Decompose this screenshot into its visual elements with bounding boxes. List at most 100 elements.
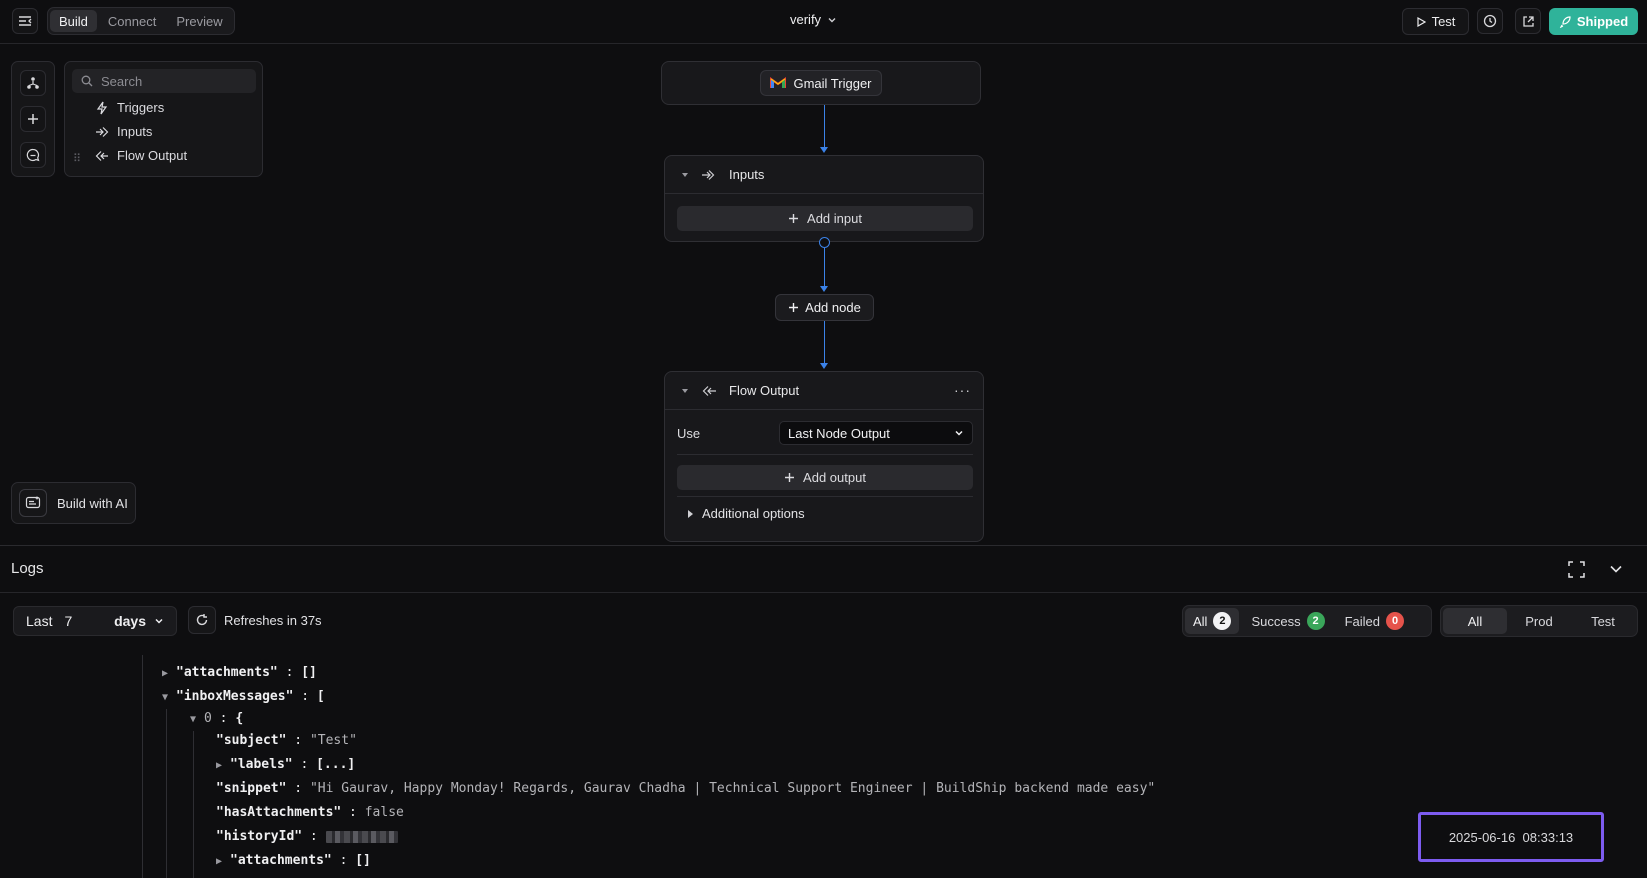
history-icon[interactable] <box>1477 8 1503 34</box>
gmail-trigger-pill[interactable]: Gmail Trigger <box>760 70 882 96</box>
flow-tree-panel: Search Triggers Inputs ⠿ Flow Output <box>64 61 263 177</box>
tree-item-triggers[interactable]: Triggers <box>95 100 164 115</box>
tree-item-flow-output[interactable]: Flow Output <box>95 148 187 163</box>
inputs-node-header: Inputs <box>665 156 983 194</box>
count-badge: 2 <box>1213 612 1232 630</box>
json-key: "subject" <box>216 733 287 748</box>
json-row-subject: "subject" : "Test" <box>216 733 357 748</box>
search-icon <box>81 75 93 87</box>
chevron-down-icon <box>828 17 836 22</box>
json-row-inbox-messages[interactable]: ▼ "inboxMessages" : [ <box>162 689 325 704</box>
connection-wire <box>824 248 825 286</box>
json-row-index[interactable]: ▼ 0 : { <box>190 711 243 726</box>
json-row-attachments-nested[interactable]: ▶ "attachments" : [] <box>216 853 371 868</box>
json-key: "snippet" <box>216 781 287 796</box>
tab-preview[interactable]: Preview <box>167 10 231 32</box>
additional-options-label: Additional options <box>702 506 805 521</box>
json-row-attachments[interactable]: ▶ "attachments" : [] <box>162 665 317 680</box>
test-label: Test <box>1431 14 1456 29</box>
tree-view-icon[interactable] <box>20 70 46 96</box>
rocket-icon <box>1559 15 1571 28</box>
tree-item-label: Triggers <box>117 100 165 115</box>
divider <box>677 496 973 497</box>
count-badge: 0 <box>1386 612 1405 630</box>
build-with-ai-label: Build with AI <box>57 495 128 511</box>
count-badge: 2 <box>1306 612 1325 630</box>
use-select[interactable]: Last Node Output <box>779 421 973 445</box>
collapse-caret-icon <box>682 388 688 393</box>
log-timestamp: 2025-06-16 08:33:13 <box>1448 829 1574 845</box>
caret-right-icon: ▶ <box>162 668 169 679</box>
use-select-value: Last Node Output <box>788 425 890 441</box>
refresh-icon[interactable] <box>188 606 216 634</box>
add-node-label: Add node <box>805 300 861 315</box>
inputs-node-title: Inputs <box>729 167 765 182</box>
add-input-button[interactable]: Add input <box>677 206 973 231</box>
shipped-button[interactable]: Shipped <box>1549 8 1638 35</box>
collapse-chevron-icon[interactable] <box>1609 564 1623 574</box>
drag-handle-icon[interactable]: ⠿ <box>73 152 81 165</box>
caret-down-icon: ▼ <box>190 714 197 725</box>
connection-wire <box>824 105 825 147</box>
add-output-button[interactable]: Add output <box>677 465 973 490</box>
env-test[interactable]: Test <box>1571 608 1635 634</box>
tool-rail <box>11 61 55 177</box>
date-range-select[interactable]: Last 7 days <box>13 606 177 636</box>
trigger-label: Gmail Trigger <box>793 75 872 91</box>
arrow-icon <box>820 363 828 369</box>
plus-icon[interactable] <box>20 106 46 132</box>
mode-tabs: Build Connect Preview <box>47 7 235 35</box>
fullscreen-icon[interactable] <box>1568 561 1585 578</box>
filter-success[interactable]: Success 2 <box>1243 608 1332 634</box>
redacted-value <box>325 830 398 843</box>
filter-failed[interactable]: Failed 0 <box>1337 608 1412 634</box>
add-output-label: Add output <box>803 470 866 485</box>
play-icon <box>1416 16 1426 27</box>
env-all[interactable]: All <box>1443 608 1507 634</box>
comment-icon[interactable] <box>20 142 46 168</box>
test-button[interactable]: Test <box>1402 8 1469 35</box>
ai-chat-icon <box>19 489 47 517</box>
filter-label: Failed <box>1344 613 1381 629</box>
indent-guide <box>142 655 143 878</box>
plus-icon <box>789 303 799 312</box>
json-value: [...] <box>316 757 356 772</box>
json-row-history-id: "historyId" : <box>216 829 398 844</box>
flow-name-dropdown[interactable]: verify <box>790 12 837 27</box>
caret-down-icon: ▼ <box>162 692 169 703</box>
filter-all[interactable]: All 2 <box>1185 608 1240 634</box>
input-arrow-icon <box>96 126 109 137</box>
flow-name: verify <box>790 12 822 27</box>
plus-icon <box>785 473 795 482</box>
divider <box>677 454 973 455</box>
flow-output-title: Flow Output <box>729 383 800 398</box>
env-prod[interactable]: Prod <box>1507 608 1571 634</box>
add-node-button[interactable]: Add node <box>775 294 874 321</box>
plus-icon <box>789 214 799 223</box>
json-value: "Hi Gaurav, Happy Monday! Regards, Gaura… <box>309 781 1156 796</box>
search-input[interactable]: Search <box>72 69 256 93</box>
json-value: [] <box>355 853 371 868</box>
refresh-countdown: Refreshes in 37s <box>224 613 322 628</box>
tree-item-label: Inputs <box>117 124 153 139</box>
json-row-has-attachments: "hasAttachments" : false <box>216 805 404 820</box>
more-options-icon[interactable]: ··· <box>954 382 971 398</box>
sidebar-toggle-icon[interactable] <box>12 8 38 34</box>
output-port[interactable] <box>819 237 830 248</box>
json-value: [] <box>301 665 317 680</box>
open-external-icon[interactable] <box>1515 8 1541 34</box>
json-key: "attachments" <box>230 853 332 868</box>
build-with-ai-button[interactable]: Build with AI <box>11 482 136 524</box>
additional-options-toggle[interactable]: Additional options <box>687 506 805 521</box>
json-row-labels[interactable]: ▶ "labels" : [...] <box>216 757 355 772</box>
tree-item-inputs[interactable]: Inputs <box>95 124 152 139</box>
json-value: "Test" <box>309 733 357 748</box>
inputs-node[interactable]: Inputs Add input <box>664 155 984 242</box>
indent-guide <box>166 709 167 878</box>
tab-connect[interactable]: Connect <box>99 10 165 32</box>
json-key: "inboxMessages" <box>176 689 294 704</box>
flow-output-node[interactable]: Flow Output ··· Use Last Node Output Add… <box>664 371 984 542</box>
tab-build[interactable]: Build <box>50 10 97 32</box>
json-key: "hasAttachments" <box>216 805 342 820</box>
trigger-node[interactable]: Gmail Trigger <box>661 61 981 105</box>
